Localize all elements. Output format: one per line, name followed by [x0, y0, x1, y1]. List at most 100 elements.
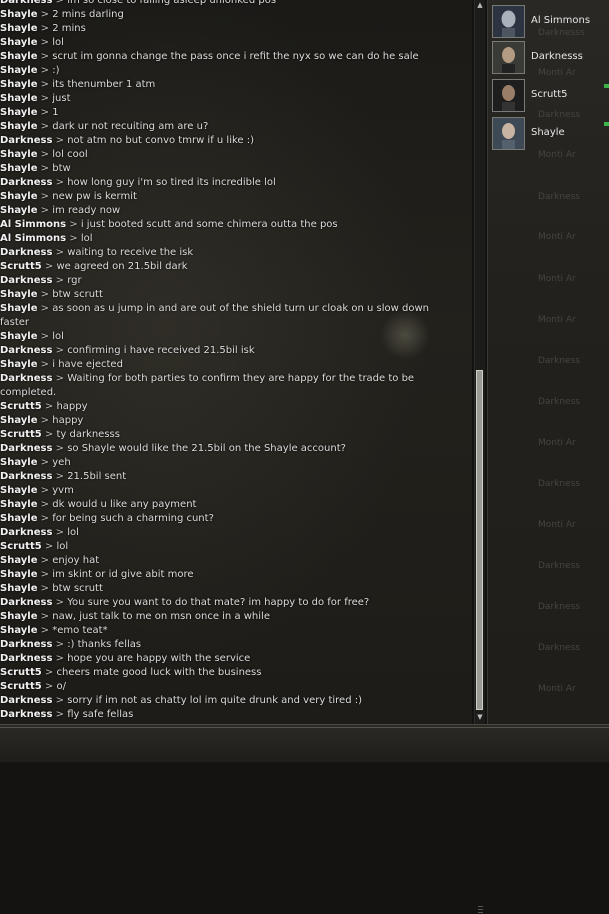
message-sender[interactable]: Shayle: [0, 205, 38, 216]
message-sender[interactable]: Shayle: [0, 303, 38, 314]
message-text: btw: [52, 163, 71, 174]
chat-scrollbar[interactable]: ▲ ▼: [474, 0, 485, 914]
chat-message: Scrutt5 > we agreed on 21.5bil dark: [0, 260, 464, 274]
chat-message: Shayle > im skint or id give abit more: [0, 568, 464, 582]
message-sender[interactable]: Shayle: [0, 513, 38, 524]
message-sender[interactable]: Shayle: [0, 23, 38, 34]
scroll-thumb[interactable]: [476, 370, 483, 914]
message-separator: >: [37, 485, 53, 496]
message-separator: >: [37, 107, 53, 118]
message-sender[interactable]: Scrutt5: [0, 541, 42, 552]
message-separator: >: [37, 331, 53, 342]
message-sender[interactable]: Shayle: [0, 625, 38, 636]
message-sender[interactable]: Scrutt5: [0, 261, 42, 272]
message-text: 1: [52, 107, 59, 118]
message-separator: >: [37, 9, 53, 20]
message-sender[interactable]: Darkness: [0, 709, 52, 720]
message-text: hope you are happy with the service: [67, 653, 251, 664]
message-text: confirming i have received 21.5bil isk: [67, 345, 255, 356]
message-sender[interactable]: Shayle: [0, 191, 38, 202]
chat-message: Shayle > btw scrutt: [0, 288, 464, 302]
chat-message: Shayle > scrut im gonna change the pass …: [0, 50, 464, 64]
message-sender[interactable]: Shayle: [0, 499, 38, 510]
message-sender[interactable]: Darkness: [0, 275, 52, 286]
background-ghost: Darkness: [538, 479, 580, 489]
message-sender[interactable]: Darkness: [0, 443, 52, 454]
message-text: im so close to falling asleep unlonked p…: [67, 0, 277, 6]
message-sender[interactable]: Darkness: [0, 653, 52, 664]
message-text: *emo teat*: [52, 625, 108, 636]
message-sender[interactable]: Shayle: [0, 331, 38, 342]
message-sender[interactable]: Shayle: [0, 51, 38, 62]
message-sender[interactable]: Darkness: [0, 345, 52, 356]
member-item[interactable]: Shayle: [491, 117, 609, 151]
chat-message: Darkness > You sure you want to do that …: [0, 596, 464, 610]
message-separator: >: [52, 345, 68, 356]
message-sender[interactable]: Darkness: [0, 135, 52, 146]
message-sender[interactable]: Shayle: [0, 555, 38, 566]
message-sender[interactable]: Shayle: [0, 93, 38, 104]
message-sender[interactable]: Darkness: [0, 373, 52, 384]
message-sender[interactable]: Shayle: [0, 149, 38, 160]
message-sender[interactable]: Shayle: [0, 121, 38, 132]
message-separator: >: [52, 527, 68, 538]
message-sender[interactable]: Scrutt5: [0, 667, 42, 678]
chat-window: Darkness > im so close to falling asleep…: [0, 0, 472, 724]
message-sender[interactable]: Darkness: [0, 471, 52, 482]
message-separator: >: [37, 163, 53, 174]
message-sender[interactable]: Darkness: [0, 247, 52, 258]
message-text: i have ejected: [52, 359, 123, 370]
message-sender[interactable]: Shayle: [0, 9, 38, 20]
chat-message: Darkness > how long guy i'm so tired its…: [0, 176, 464, 190]
message-sender[interactable]: Darkness: [0, 597, 52, 608]
message-sender[interactable]: Scrutt5: [0, 401, 42, 412]
message-text: o/: [56, 681, 66, 692]
message-sender[interactable]: Scrutt5: [0, 429, 42, 440]
member-item[interactable]: Al Simmons: [491, 5, 609, 39]
message-separator: >: [52, 709, 68, 720]
message-text: we agreed on 21.5bil dark: [56, 261, 188, 272]
message-sender[interactable]: Scrutt5: [0, 681, 42, 692]
message-sender[interactable]: Shayle: [0, 359, 38, 370]
message-separator: >: [37, 121, 53, 132]
message-separator: >: [52, 639, 68, 650]
message-sender[interactable]: Shayle: [0, 457, 38, 468]
background-ghost: Darkness: [538, 192, 580, 202]
online-indicator-icon: [604, 84, 609, 88]
message-text: for being such a charming cunt?: [52, 513, 214, 524]
chat-message: Shayle > *emo teat*: [0, 624, 464, 638]
message-sender[interactable]: Darkness: [0, 0, 52, 6]
message-list: Darkness > im so close to falling asleep…: [0, 0, 464, 722]
chat-message: Shayle > dark ur not recuiting am are u?: [0, 120, 464, 134]
background-ghost: Monti Ar: [538, 274, 576, 284]
message-sender[interactable]: Darkness: [0, 527, 52, 538]
message-sender[interactable]: Darkness: [0, 695, 52, 706]
message-sender[interactable]: Shayle: [0, 485, 38, 496]
scroll-down-icon[interactable]: ▼: [475, 712, 485, 722]
message-sender[interactable]: Darkness: [0, 177, 52, 188]
member-item[interactable]: Darknesss: [491, 41, 609, 75]
scroll-up-icon[interactable]: ▲: [475, 0, 485, 10]
message-sender[interactable]: Shayle: [0, 583, 38, 594]
message-sender[interactable]: Shayle: [0, 79, 38, 90]
message-sender[interactable]: Al Simmons: [0, 233, 66, 244]
online-indicator-icon: [604, 122, 609, 126]
divider: [0, 727, 609, 728]
message-sender[interactable]: Shayle: [0, 107, 38, 118]
message-separator: >: [37, 23, 53, 34]
message-sender[interactable]: Shayle: [0, 163, 38, 174]
message-sender[interactable]: Shayle: [0, 289, 38, 300]
message-sender[interactable]: Al Simmons: [0, 219, 66, 230]
message-separator: >: [52, 135, 68, 146]
message-sender[interactable]: Shayle: [0, 611, 38, 622]
message-separator: >: [37, 569, 53, 580]
member-item[interactable]: Scrutt5: [491, 79, 609, 113]
message-sender[interactable]: Shayle: [0, 415, 38, 426]
message-sender[interactable]: Shayle: [0, 37, 38, 48]
message-text: its thenumber 1 atm: [52, 79, 156, 90]
message-separator: >: [52, 275, 68, 286]
message-sender[interactable]: Shayle: [0, 569, 38, 580]
message-sender[interactable]: Darkness: [0, 639, 52, 650]
message-text: lol: [52, 37, 64, 48]
message-sender[interactable]: Shayle: [0, 65, 38, 76]
